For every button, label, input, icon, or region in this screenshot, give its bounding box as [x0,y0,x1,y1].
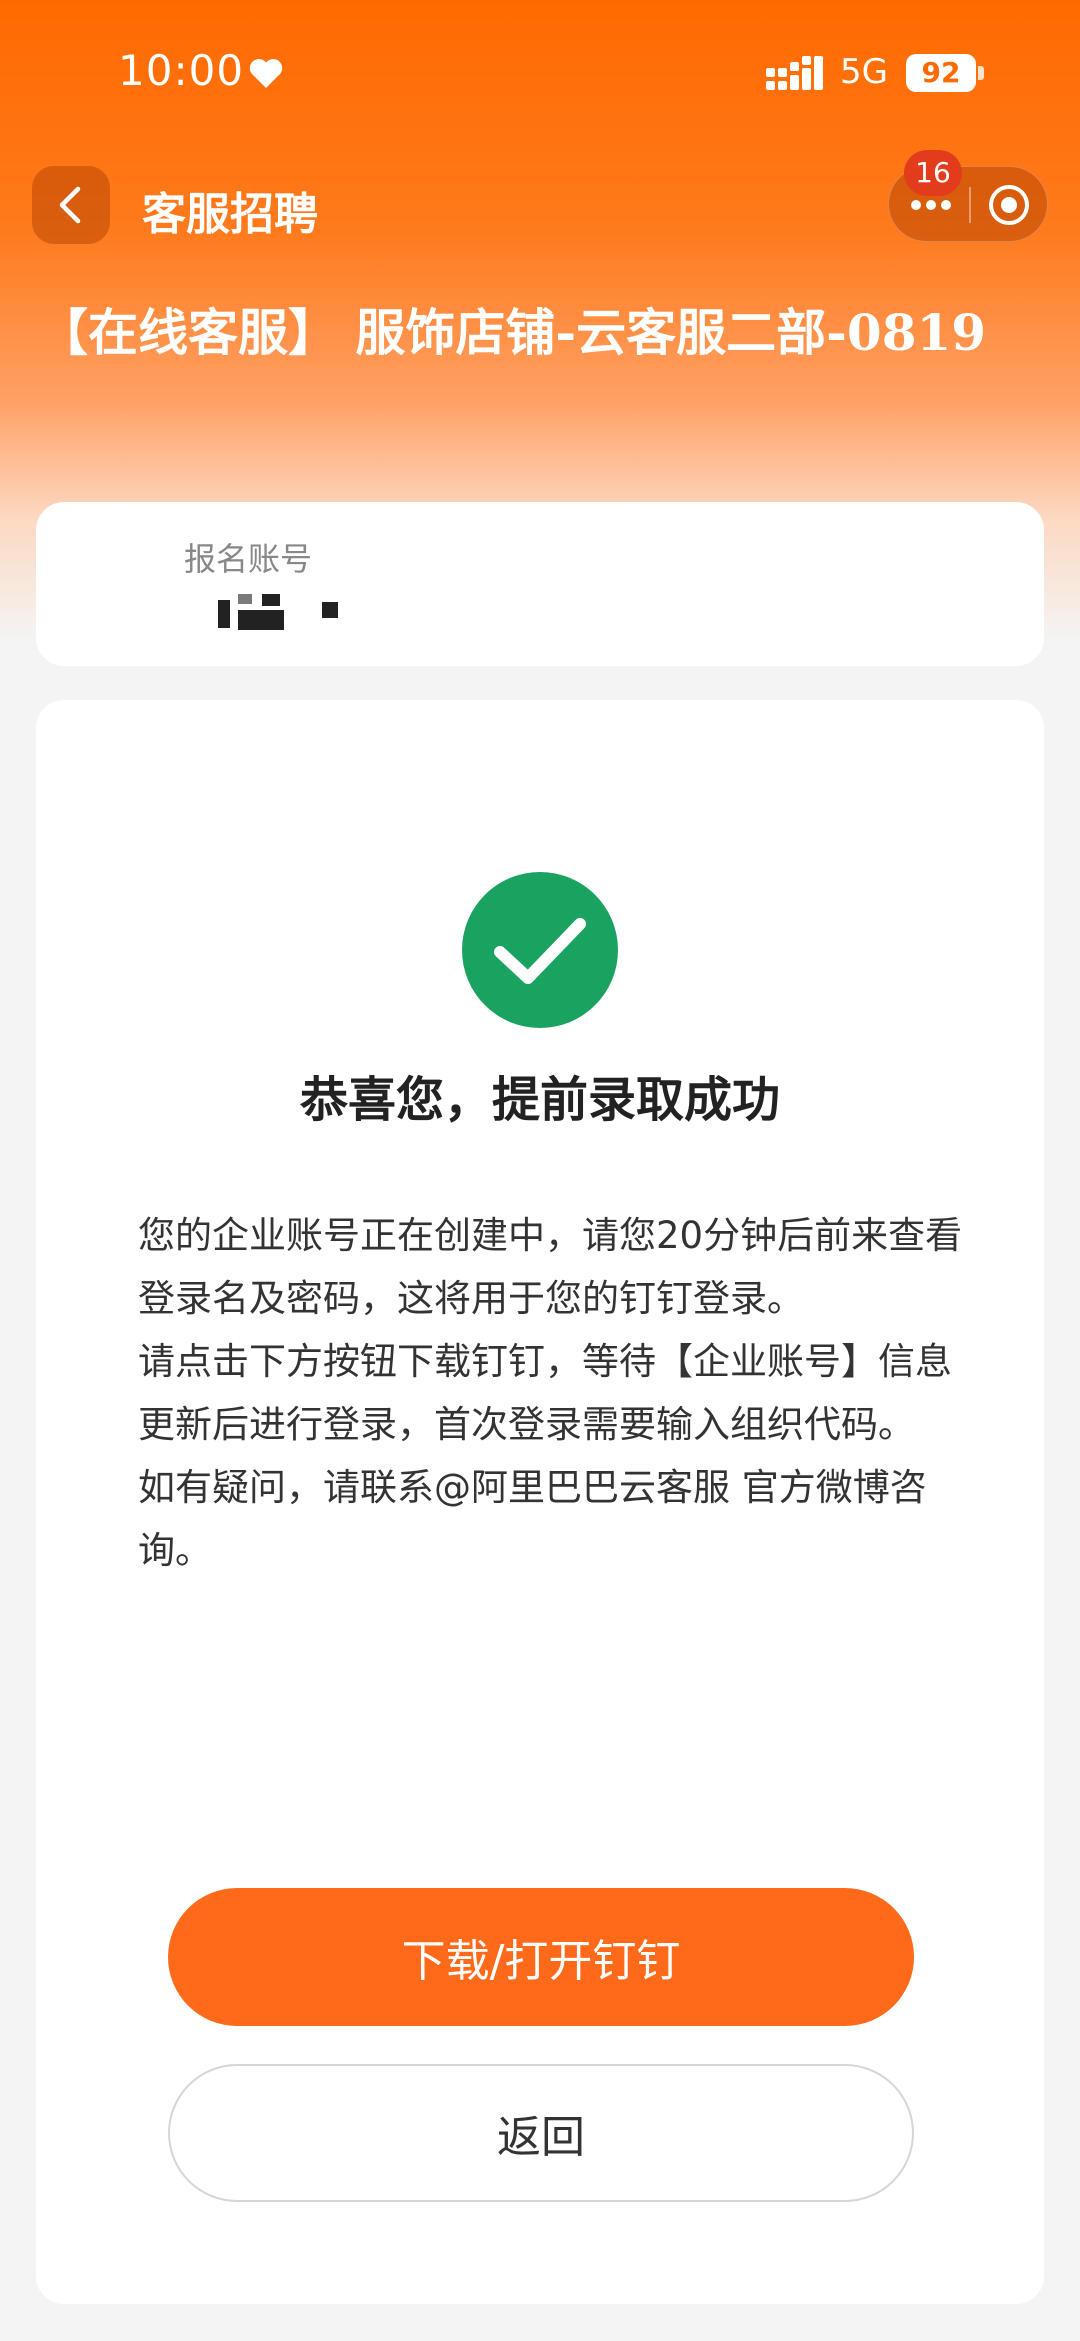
account-card: 报名账号 [36,502,1044,666]
return-button[interactable]: 返回 [168,2064,914,2202]
battery-tip [978,66,984,80]
status-time: 10:00 [118,46,245,95]
capsule-divider [969,187,971,223]
download-dingtalk-button[interactable]: 下载/打开钉钉 [168,1888,914,2026]
message-paragraph: 您的企业账号正在创建中，请您20分钟后前来查看登录名及密码，这将用于您的钉钉登录… [138,1214,963,1320]
heart-icon [249,59,283,88]
message-paragraph: 如有疑问，请联系@阿里巴巴云客服 官方微博咨询。 [138,1466,927,1572]
chevron-left-icon [59,186,81,224]
battery-level: 92 [906,54,976,92]
check-circle-icon [462,872,618,1028]
success-title: 恭喜您，提前录取成功 [299,1072,780,1128]
notification-badge: 16 [904,150,962,196]
result-card: 恭喜您，提前录取成功 您的企业账号正在创建中，请您20分钟后前来查看登录名及密码… [36,700,1044,2304]
more-icon[interactable] [909,197,953,213]
account-label: 报名账号 [184,540,313,578]
status-bar: 10:00 5G 92 [0,0,1080,150]
result-message: 您的企业账号正在创建中，请您20分钟后前来查看登录名及密码，这将用于您的钉钉登录… [138,1204,978,1582]
network-type: 5G [840,52,888,92]
nav-title: 客服招聘 [142,189,318,240]
target-icon[interactable] [987,183,1031,227]
job-title: 【在线客服】 服饰店铺-云客服二部-0819 [38,303,987,362]
account-value-redacted [218,594,358,630]
message-paragraph: 请点击下方按钮下载钉钉，等待【企业账号】信息更新后进行登录，首次登录需要输入组织… [138,1340,952,1446]
back-button[interactable] [32,166,110,244]
signal-icon [766,56,823,90]
